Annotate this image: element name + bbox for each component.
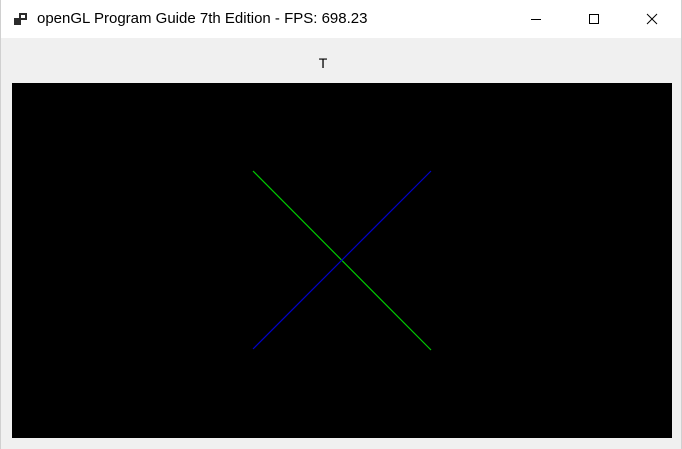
menu-item-t[interactable]: T	[311, 55, 335, 71]
title-bar[interactable]: openGL Program Guide 7th Edition - FPS: …	[1, 0, 681, 38]
close-icon	[646, 13, 658, 25]
app-window: openGL Program Guide 7th Edition - FPS: …	[0, 0, 682, 449]
maximize-icon	[589, 14, 599, 24]
window-bottom-border	[1, 438, 681, 449]
minimize-icon	[531, 19, 541, 20]
menu-bar: T	[1, 38, 681, 82]
close-button[interactable]	[629, 0, 675, 38]
maximize-button[interactable]	[571, 0, 617, 38]
window-app-icon	[14, 13, 27, 25]
window-title: openGL Program Guide 7th Edition - FPS: …	[37, 10, 368, 27]
minimize-button[interactable]	[513, 0, 559, 38]
opengl-canvas[interactable]	[12, 83, 672, 438]
